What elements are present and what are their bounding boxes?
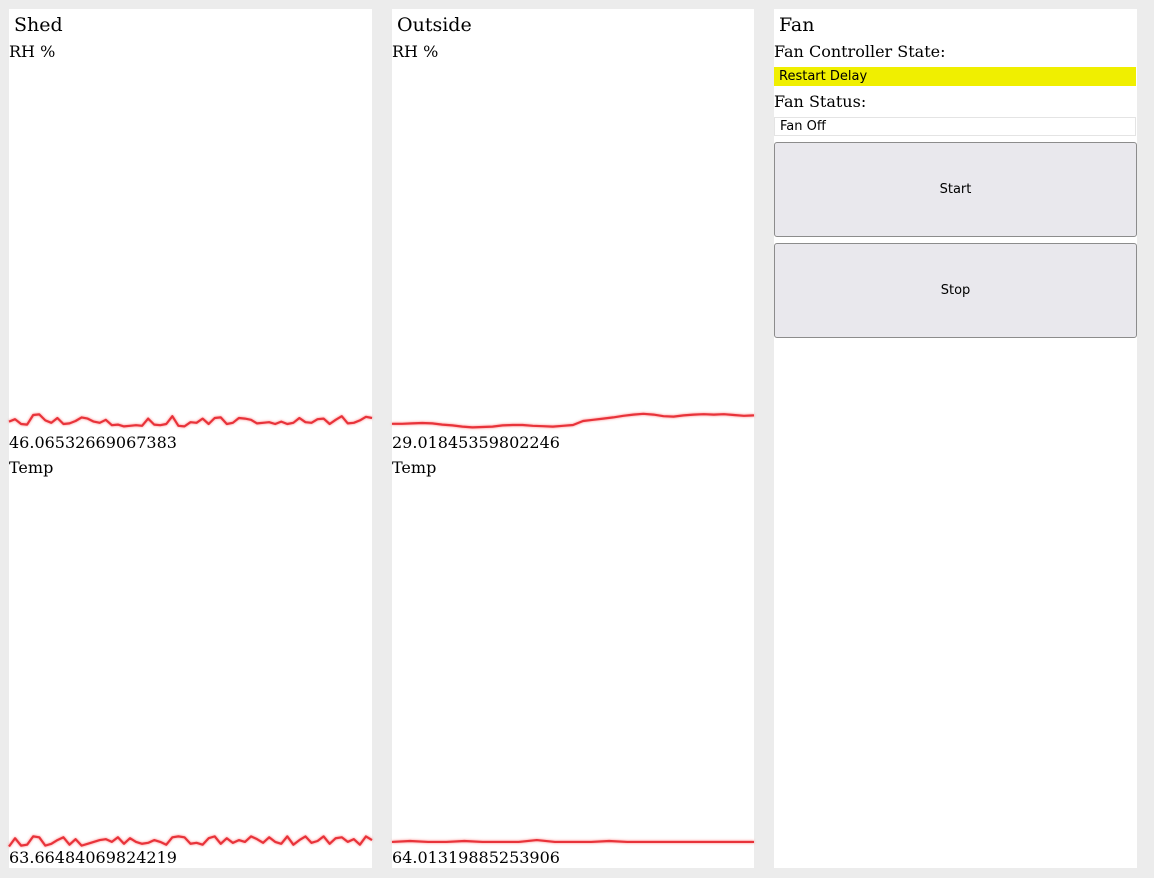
fan-panel: Fan Fan Controller State: Restart Delay … — [774, 9, 1137, 868]
shed-temp-value: 63.66484069824219 — [9, 848, 177, 867]
fan-status-value: Fan Off — [774, 117, 1136, 136]
outside-temp-label: Temp — [392, 458, 437, 477]
shed-rh-sparkline-line — [8, 413, 373, 428]
shed-temp-sparkline-line — [8, 835, 373, 848]
fan-controller-state-label: Fan Controller State: — [774, 42, 946, 61]
fan-title: Fan — [779, 14, 815, 36]
start-button[interactable]: Start — [774, 142, 1137, 237]
shed-panel: Shed RH % 46.06532669067383 Temp 63.6648… — [8, 9, 373, 868]
shed-rh-sparkline — [8, 413, 373, 428]
shed-rh-label: RH % — [9, 42, 56, 61]
outside-rh-label: RH % — [392, 42, 439, 61]
shed-temp-label: Temp — [9, 458, 54, 477]
outside-panel: Outside RH % 29.01845359802246 Temp 64.0… — [391, 9, 755, 868]
outside-rh-value: 29.01845359802246 — [392, 433, 560, 452]
outside-temp-value: 64.01319885253906 — [392, 848, 560, 867]
outside-temp-sparkline-line — [391, 838, 754, 844]
outside-rh-sparkline — [392, 412, 755, 429]
stop-button[interactable]: Stop — [774, 243, 1137, 338]
outside-title: Outside — [397, 14, 472, 36]
fan-status-label: Fan Status: — [774, 92, 867, 111]
fan-controller-state-badge: Restart Delay — [774, 67, 1136, 86]
shed-rh-value: 46.06532669067383 — [9, 433, 177, 452]
outside-rh-sparkline-line — [392, 412, 755, 429]
shed-title: Shed — [14, 14, 63, 36]
